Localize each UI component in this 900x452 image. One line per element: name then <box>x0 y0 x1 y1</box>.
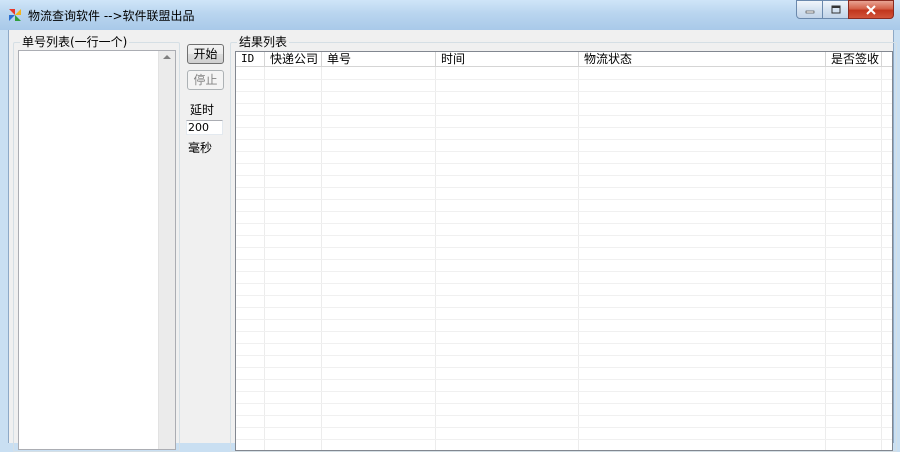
grid-row-line <box>236 91 892 92</box>
minimize-icon <box>805 10 814 13</box>
stop-button[interactable]: 停止 <box>187 70 224 90</box>
start-button[interactable]: 开始 <box>187 44 224 64</box>
grid-row-line <box>236 319 892 320</box>
grid-row-line <box>236 223 892 224</box>
column-header-id[interactable]: ID <box>236 52 265 66</box>
delay-label: 延时 <box>190 103 215 117</box>
grid-row-line <box>236 211 892 212</box>
grid-row-line <box>236 247 892 248</box>
grid-row-line <box>236 283 892 284</box>
client-area: 单号列表(一行一个) 开始 停止 延时 200 毫秒 结果列表 ID 快递公司 … <box>8 30 897 452</box>
grid-row-line <box>236 127 892 128</box>
grid-row-line <box>236 187 892 188</box>
grid-row-line <box>236 367 892 368</box>
maximize-icon <box>831 5 840 14</box>
grid-row-line <box>236 115 892 116</box>
grid-row-line <box>236 295 892 296</box>
grid-row-line <box>236 259 892 260</box>
scroll-up-arrow-icon[interactable] <box>163 55 171 59</box>
grid-row-line <box>236 175 892 176</box>
results-group-label: 结果列表 <box>237 35 290 49</box>
grid-row-line <box>236 415 892 416</box>
pinwheel-app-icon <box>9 9 21 21</box>
results-table[interactable]: ID 快递公司 单号 时间 物流状态 是否签收 <box>235 51 893 451</box>
column-header-status[interactable]: 物流状态 <box>579 52 826 66</box>
grid-row-line <box>236 235 892 236</box>
grid-row-line <box>236 139 892 140</box>
maximize-button[interactable] <box>822 0 849 19</box>
results-group: 结果列表 ID 快递公司 单号 时间 物流状态 是否签收 <box>230 35 897 452</box>
tracking-list-scrollbar[interactable] <box>158 51 175 449</box>
grid-row-line <box>236 271 892 272</box>
tracking-number-input[interactable] <box>18 50 176 450</box>
title-bar[interactable]: 物流查询软件 -->软件联盟出品 <box>0 0 900 30</box>
app-window: 物流查询软件 -->软件联盟出品 单号列表(一行一个) 开始 停止 延时 200… <box>0 0 900 452</box>
grid-row-line <box>236 391 892 392</box>
window-title: 物流查询软件 -->软件联盟出品 <box>28 9 195 23</box>
grid-row-line <box>236 403 892 404</box>
unit-label: 毫秒 <box>188 141 213 155</box>
grid-row-line <box>236 103 892 104</box>
column-header-tracking-number[interactable]: 单号 <box>322 52 436 66</box>
grid-row-line <box>236 355 892 356</box>
grid-row-line <box>236 331 892 332</box>
grid-row-line <box>236 427 892 428</box>
results-table-header: ID 快递公司 单号 时间 物流状态 是否签收 <box>236 52 892 67</box>
close-button[interactable] <box>848 0 894 19</box>
tracking-list-group-label: 单号列表(一行一个) <box>20 35 130 49</box>
grid-row-line <box>236 163 892 164</box>
close-icon <box>866 4 876 15</box>
delay-input[interactable]: 200 <box>186 120 223 135</box>
column-header-time[interactable]: 时间 <box>436 52 579 66</box>
minimize-button[interactable] <box>796 0 823 19</box>
grid-row-line <box>236 79 892 80</box>
grid-row-line <box>236 343 892 344</box>
column-header-signed[interactable]: 是否签收 <box>826 52 882 66</box>
grid-row-line <box>236 199 892 200</box>
grid-row-line <box>236 439 892 440</box>
column-header-courier[interactable]: 快递公司 <box>265 52 322 66</box>
grid-row-line <box>236 151 892 152</box>
grid-row-line <box>236 379 892 380</box>
tracking-list-group: 单号列表(一行一个) <box>13 35 180 452</box>
results-table-body <box>236 67 892 450</box>
grid-row-line <box>236 307 892 308</box>
